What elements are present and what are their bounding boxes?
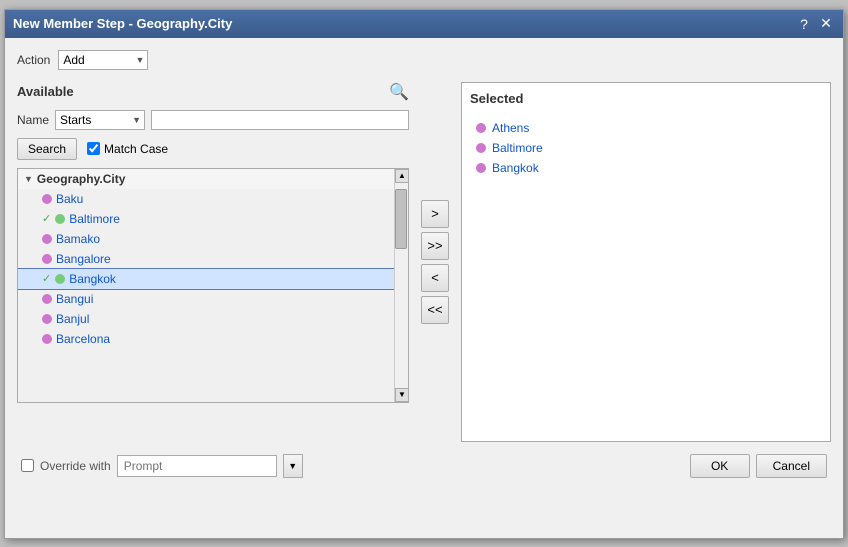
available-title-text: Available <box>17 84 74 99</box>
dot-bangalore <box>42 254 52 264</box>
tree-item-bangui-label: Bangui <box>56 292 93 306</box>
dot-baltimore <box>55 214 65 224</box>
tree-item-bamako-label: Bamako <box>56 232 100 246</box>
search-icon-button[interactable]: 🔍 <box>389 82 409 102</box>
scrollbar-track[interactable]: ▲ ▼ <box>394 169 408 402</box>
tree-header-label: Geography.City <box>37 172 125 186</box>
tree-item-barcelona[interactable]: Barcelona <box>18 329 394 349</box>
action-select[interactable]: Add Remove Replace <box>58 50 148 70</box>
scrollbar-thumb[interactable] <box>395 189 407 249</box>
tree-item-bangalore[interactable]: Bangalore <box>18 249 394 269</box>
scroll-down-arrow[interactable]: ▼ <box>395 388 409 402</box>
title-bar-buttons: ? ✕ <box>795 15 835 33</box>
main-content: Available 🔍 Name Starts Contains Ends <box>17 82 831 442</box>
name-select-wrapper[interactable]: Starts Contains Ends <box>55 110 145 130</box>
scroll-up-arrow[interactable]: ▲ <box>395 169 409 183</box>
prompt-dropdown-button[interactable]: ▼ <box>283 454 303 478</box>
dot-bangkok <box>55 274 65 284</box>
match-case-row: Match Case <box>87 142 168 156</box>
selected-panel: Selected Athens Baltimore Bangkok <box>461 82 831 442</box>
tree-container: ▼ Geography.City Baku ✓ Baltimore <box>17 168 409 403</box>
add-one-button[interactable]: > <box>421 200 449 228</box>
tree-item-banjul-label: Banjul <box>56 312 89 326</box>
dot-sel-baltimore <box>476 143 486 153</box>
tree-item-baku-label: Baku <box>56 192 83 206</box>
selected-title: Selected <box>470 91 822 106</box>
dot-bamako <box>42 234 52 244</box>
action-row: Action Add Remove Replace <box>17 50 831 70</box>
tree-item-baltimore-label: Baltimore <box>69 212 120 226</box>
add-all-button[interactable]: >> <box>421 232 449 260</box>
dot-baku <box>42 194 52 204</box>
close-button[interactable]: ✕ <box>817 15 835 33</box>
tree-item-barcelona-label: Barcelona <box>56 332 110 346</box>
remove-all-button[interactable]: << <box>421 296 449 324</box>
selected-title-text: Selected <box>470 91 523 106</box>
tree-item-baltimore[interactable]: ✓ Baltimore <box>18 209 394 229</box>
search-button[interactable]: Search <box>17 138 77 160</box>
override-checkbox[interactable] <box>21 459 34 472</box>
name-input[interactable] <box>151 110 409 130</box>
cancel-button[interactable]: Cancel <box>756 454 827 478</box>
dot-sel-bangkok <box>476 163 486 173</box>
selected-item-baltimore[interactable]: Baltimore <box>470 138 822 158</box>
name-row: Name Starts Contains Ends <box>17 110 409 130</box>
dot-bangui <box>42 294 52 304</box>
match-case-checkbox[interactable] <box>87 142 100 155</box>
bottom-row: Override with ▼ OK Cancel <box>17 454 831 478</box>
dot-banjul <box>42 314 52 324</box>
dialog-title: New Member Step - Geography.City <box>13 16 232 31</box>
selected-item-bangkok[interactable]: Bangkok <box>470 158 822 178</box>
check-baltimore: ✓ <box>42 212 51 225</box>
available-title: Available 🔍 <box>17 82 409 102</box>
override-label: Override with <box>40 459 111 473</box>
tree-item-bamako[interactable]: Bamako <box>18 229 394 249</box>
action-label: Action <box>17 53 50 67</box>
check-bangkok: ✓ <box>42 272 51 285</box>
tree-item-baku[interactable]: Baku <box>18 189 394 209</box>
tree-item-bangui[interactable]: Bangui <box>18 289 394 309</box>
tree-item-bangkok-label: Bangkok <box>69 272 116 286</box>
dot-athens <box>476 123 486 133</box>
available-panel: Available 🔍 Name Starts Contains Ends <box>17 82 409 442</box>
selected-item-athens[interactable]: Athens <box>470 118 822 138</box>
prompt-input[interactable] <box>117 455 277 477</box>
dialog-body: Action Add Remove Replace Available 🔍 Na <box>5 38 843 490</box>
selected-item-baltimore-label: Baltimore <box>492 141 543 155</box>
tree-header[interactable]: ▼ Geography.City <box>18 169 394 189</box>
selected-item-bangkok-label: Bangkok <box>492 161 539 175</box>
dot-barcelona <box>42 334 52 344</box>
ok-cancel-row: OK Cancel <box>690 454 827 478</box>
ok-button[interactable]: OK <box>690 454 750 478</box>
name-select[interactable]: Starts Contains Ends <box>55 110 145 130</box>
tree-item-bangalore-label: Bangalore <box>56 252 111 266</box>
match-case-label: Match Case <box>104 142 168 156</box>
dialog: New Member Step - Geography.City ? ✕ Act… <box>4 9 844 539</box>
tree-item-banjul[interactable]: Banjul <box>18 309 394 329</box>
override-row: Override with ▼ <box>21 454 303 478</box>
action-select-wrapper[interactable]: Add Remove Replace <box>58 50 148 70</box>
arrows-panel: > >> < << <box>417 82 453 442</box>
tree-collapse-icon: ▼ <box>24 174 33 184</box>
remove-one-button[interactable]: < <box>421 264 449 292</box>
search-row: Search Match Case <box>17 138 409 160</box>
selected-items-list: Athens Baltimore Bangkok <box>470 114 822 182</box>
help-button[interactable]: ? <box>795 15 813 33</box>
tree-content: ▼ Geography.City Baku ✓ Baltimore <box>18 169 394 402</box>
selected-item-athens-label: Athens <box>492 121 529 135</box>
name-label: Name <box>17 113 49 127</box>
tree-item-bangkok[interactable]: ✓ Bangkok <box>18 269 394 289</box>
title-bar: New Member Step - Geography.City ? ✕ <box>5 10 843 38</box>
